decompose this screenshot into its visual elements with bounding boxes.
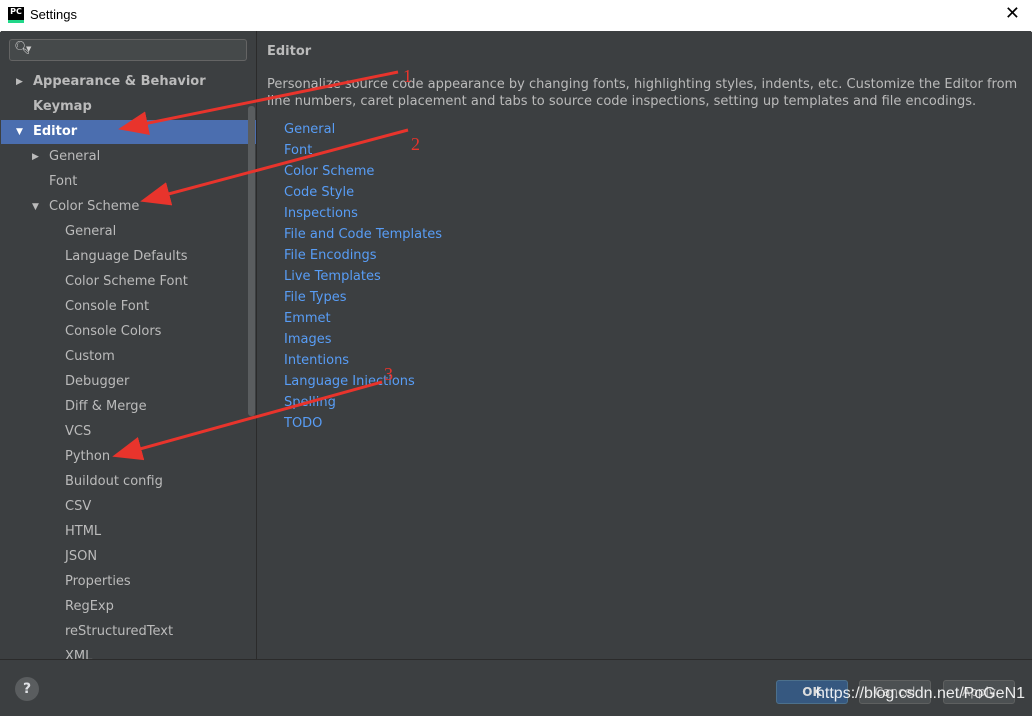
annotation-arrow-1: [118, 70, 399, 135]
annotation-label-1: 1: [403, 66, 412, 86]
annotation-arrow-2: [140, 128, 409, 206]
annotation-arrows: [112, 70, 409, 461]
annotation-label-2: 2: [411, 134, 420, 154]
watermark-text: https://blog.csdn.net/PoGeN1: [816, 685, 1026, 702]
annotation-label-3: 3: [384, 364, 393, 384]
annotation-arrow-3: [112, 380, 383, 461]
